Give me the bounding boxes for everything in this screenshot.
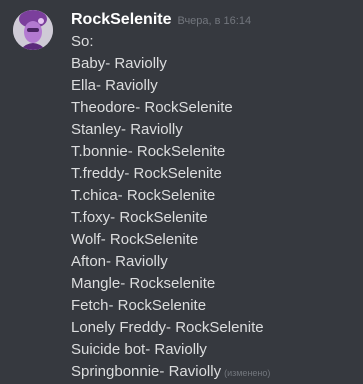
message-line: Fetch- RockSelenite xyxy=(71,297,207,314)
message-line: Baby- Raviolly xyxy=(71,55,167,72)
message-line: T.freddy- RockSelenite xyxy=(71,165,222,182)
message-line: Afton- Raviolly xyxy=(71,253,168,270)
message-line: T.foxy- RockSelenite xyxy=(71,209,208,226)
message-line: Wolf- RockSelenite xyxy=(71,231,199,248)
chat-message: RockSelenite Вчера, в 16:14 So: Baby- Rav… xyxy=(0,0,363,383)
message-line: T.chica- RockSelenite xyxy=(71,187,216,204)
message-line-last: Springbonnie- Raviolly (изменено) xyxy=(71,361,361,383)
message-header: RockSelenite Вчера, в 16:14 xyxy=(71,9,251,31)
message-line: Mangle- Rockselenite xyxy=(71,275,216,292)
edited-indicator: (изменено) xyxy=(224,368,271,378)
user-avatar[interactable] xyxy=(13,10,53,50)
username[interactable]: RockSelenite xyxy=(71,9,171,31)
message-line: T.bonnie- RockSelenite xyxy=(71,143,226,160)
message-line: Suicide bot- Raviolly xyxy=(71,341,207,358)
message-timestamp: Вчера, в 16:14 xyxy=(177,15,252,27)
message-line: Ella- Raviolly xyxy=(71,77,158,94)
message-line: Stanley- Raviolly xyxy=(71,121,183,138)
message-content: So: Baby- Raviolly Ella- Raviolly Theodo… xyxy=(71,31,361,383)
message-line: Theodore- RockSelenite xyxy=(71,99,233,116)
message-line: Lonely Freddy- RockSelenite xyxy=(71,319,264,336)
avatar-image xyxy=(13,10,53,50)
message-line: So: xyxy=(71,33,94,50)
message-line-text: Springbonnie- Raviolly xyxy=(71,363,222,380)
